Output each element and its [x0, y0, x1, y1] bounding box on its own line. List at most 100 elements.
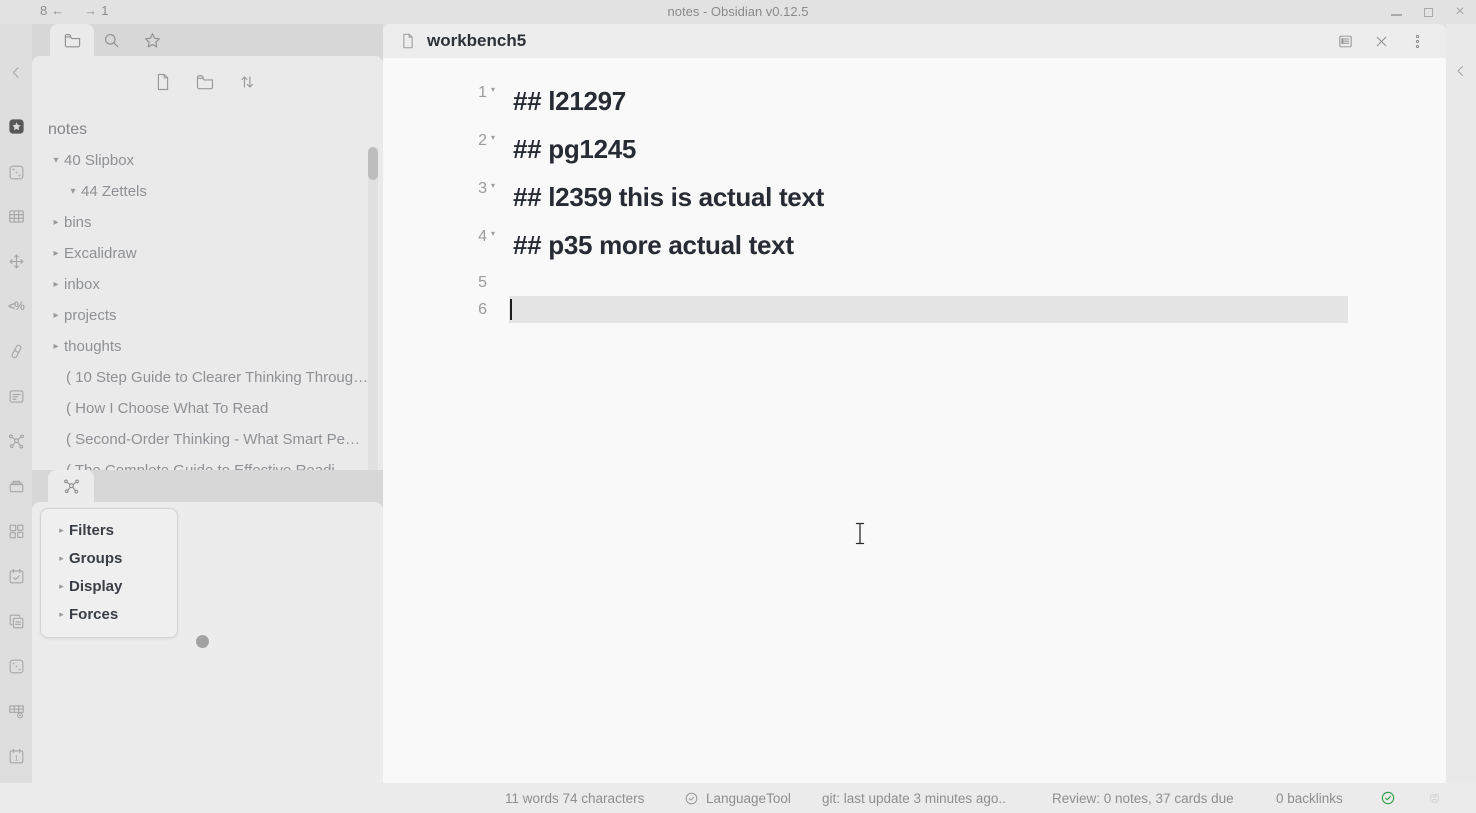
tree-file[interactable]: ( Second-Order Thinking - What Smart Pe… [32, 424, 369, 455]
vault-title[interactable]: notes [32, 114, 369, 145]
explorer-scrollbar[interactable] [368, 147, 378, 470]
calendar-check-icon[interactable] [4, 564, 28, 588]
star-icon [143, 31, 162, 50]
table-view-icon[interactable] [4, 204, 28, 228]
active-line-highlight [509, 296, 1348, 323]
line-number: 5 [383, 269, 487, 296]
editor-actions [1337, 24, 1426, 58]
workspaces-icon[interactable] [4, 519, 28, 543]
flashcards-icon[interactable] [4, 384, 28, 408]
heading-text: ## p35 more actual text [513, 221, 794, 269]
fold-caret-icon[interactable] [487, 125, 499, 151]
editor-line-6-active[interactable]: 6 [383, 296, 1446, 323]
fold-caret-icon[interactable] [487, 77, 499, 103]
graph-controls-tab[interactable] [48, 470, 94, 502]
fold-caret-icon[interactable] [487, 221, 499, 247]
backlinks-count[interactable]: 0 backlinks [1276, 783, 1343, 813]
explorer-toolbar [32, 70, 383, 98]
editor-line-2[interactable]: 2 ## pg1245 [383, 125, 1446, 173]
dice-roller-icon[interactable] [4, 654, 28, 678]
graph-section-forces[interactable]: Forces [41, 600, 177, 628]
tree-folder-44-zettels[interactable]: 44 Zettels [32, 176, 369, 207]
graph-view-icon[interactable] [4, 429, 28, 453]
graph-section-groups[interactable]: Groups [41, 544, 177, 572]
pill-icon[interactable] [4, 339, 28, 363]
left-sidebar: notes 40 Slipbox 44 Zettels bins Excalid… [32, 24, 383, 783]
line-number: 2 [383, 125, 487, 157]
tree-folder-thoughts[interactable]: thoughts [32, 331, 369, 362]
heading-text: ## l21297 [513, 77, 626, 125]
expand-caret-icon [48, 341, 64, 352]
left-ribbon: <% [0, 24, 32, 783]
editor-line-4[interactable]: 4 ## p35 more actual text [383, 221, 1446, 269]
maximize-button[interactable] [1422, 6, 1434, 18]
file-tree: notes 40 Slipbox 44 Zettels bins Excalid… [32, 114, 369, 470]
more-options-icon[interactable] [1409, 33, 1426, 50]
editor-pane: workbench5 1 ## l21297 2 ## pg1245 3 ## … [383, 24, 1446, 783]
git-status[interactable]: git: last update 3 minutes ago.. [822, 783, 1006, 813]
tree-file[interactable]: ( 10 Step Guide to Clearer Thinking Thro… [32, 362, 369, 393]
card-deck-icon[interactable] [4, 474, 28, 498]
close-pane-icon[interactable] [1373, 33, 1390, 50]
line-number: 6 [383, 296, 487, 323]
graph-settings-card: Filters Groups Display Forces [40, 508, 178, 638]
graph-node[interactable] [196, 635, 209, 648]
file-explorer-tab[interactable] [50, 24, 94, 56]
tree-folder-excalidraw[interactable]: Excalidraw [32, 238, 369, 269]
sort-icon [237, 72, 257, 92]
templater-icon[interactable]: <% [4, 294, 28, 318]
tree-file[interactable]: ( The Complete Guide to Effective Readi… [32, 455, 369, 470]
editor-line-3[interactable]: 3 ## l2359 this is actual text [383, 173, 1446, 221]
expand-caret-icon [54, 525, 69, 536]
editor-header: workbench5 [383, 24, 1446, 58]
word-count: 11 words 74 characters [505, 783, 644, 813]
graph-section-filters[interactable]: Filters [41, 516, 177, 544]
collapse-caret-icon [48, 155, 64, 166]
tree-folder-inbox[interactable]: inbox [32, 269, 369, 300]
graph-icon [62, 477, 81, 496]
editor-content[interactable]: 1 ## l21297 2 ## pg1245 3 ## l2359 this … [383, 58, 1446, 783]
right-sidebar-strip [1446, 24, 1476, 783]
review-status[interactable]: Review: 0 notes, 37 cards due [1052, 783, 1234, 813]
new-note-button[interactable] [151, 70, 175, 94]
collapse-sidebar-icon[interactable] [4, 60, 28, 84]
check-circle-icon [684, 791, 699, 806]
obsidian-window: 8 1 notes - Obsidian v0.12.5 × <% [0, 0, 1476, 813]
starred-tab[interactable] [130, 24, 174, 56]
text-caret [510, 299, 512, 320]
open-random-note-icon[interactable] [4, 160, 28, 184]
fold-caret-icon[interactable] [487, 173, 499, 199]
expand-caret-icon [54, 609, 69, 620]
starred-notes-icon[interactable] [4, 114, 28, 138]
search-tab[interactable] [89, 24, 133, 56]
new-folder-button[interactable] [193, 70, 217, 94]
expand-caret-icon [48, 310, 64, 321]
graph-expand-icon[interactable] [4, 249, 28, 273]
database-icon[interactable] [4, 699, 28, 723]
daily-note-icon[interactable] [4, 744, 28, 768]
close-window-button[interactable]: × [1454, 6, 1466, 18]
tree-folder-projects[interactable]: projects [32, 300, 369, 331]
expand-right-sidebar-icon[interactable] [1452, 62, 1470, 80]
tree-file[interactable]: ( How I Choose What To Read [32, 393, 369, 424]
graph-section-display[interactable]: Display [41, 572, 177, 600]
titlebar: 8 1 notes - Obsidian v0.12.5 × [0, 0, 1476, 24]
tree-folder-bins[interactable]: bins [32, 207, 369, 238]
scrollbar-thumb[interactable] [368, 147, 378, 180]
sort-order-button[interactable] [235, 70, 259, 94]
tree-folder-40-slipbox[interactable]: 40 Slipbox [32, 145, 369, 176]
search-icon [102, 31, 121, 50]
line-number: 3 [383, 173, 487, 205]
new-folder-icon [195, 72, 215, 92]
reading-view-icon[interactable] [1337, 33, 1354, 50]
editor-line-1[interactable]: 1 ## l21297 [383, 77, 1446, 125]
minimize-button[interactable] [1390, 6, 1402, 18]
editor-line-5[interactable]: 5 [383, 269, 1446, 296]
window-title: notes - Obsidian v0.12.5 [0, 4, 1476, 19]
expand-caret-icon [54, 581, 69, 592]
folder-icon [63, 31, 82, 50]
languagetool-status[interactable]: LanguageTool [684, 783, 791, 813]
save-status-icon [1429, 783, 1440, 813]
sync-ok-icon[interactable] [1380, 783, 1396, 813]
copy-note-icon[interactable] [4, 609, 28, 633]
